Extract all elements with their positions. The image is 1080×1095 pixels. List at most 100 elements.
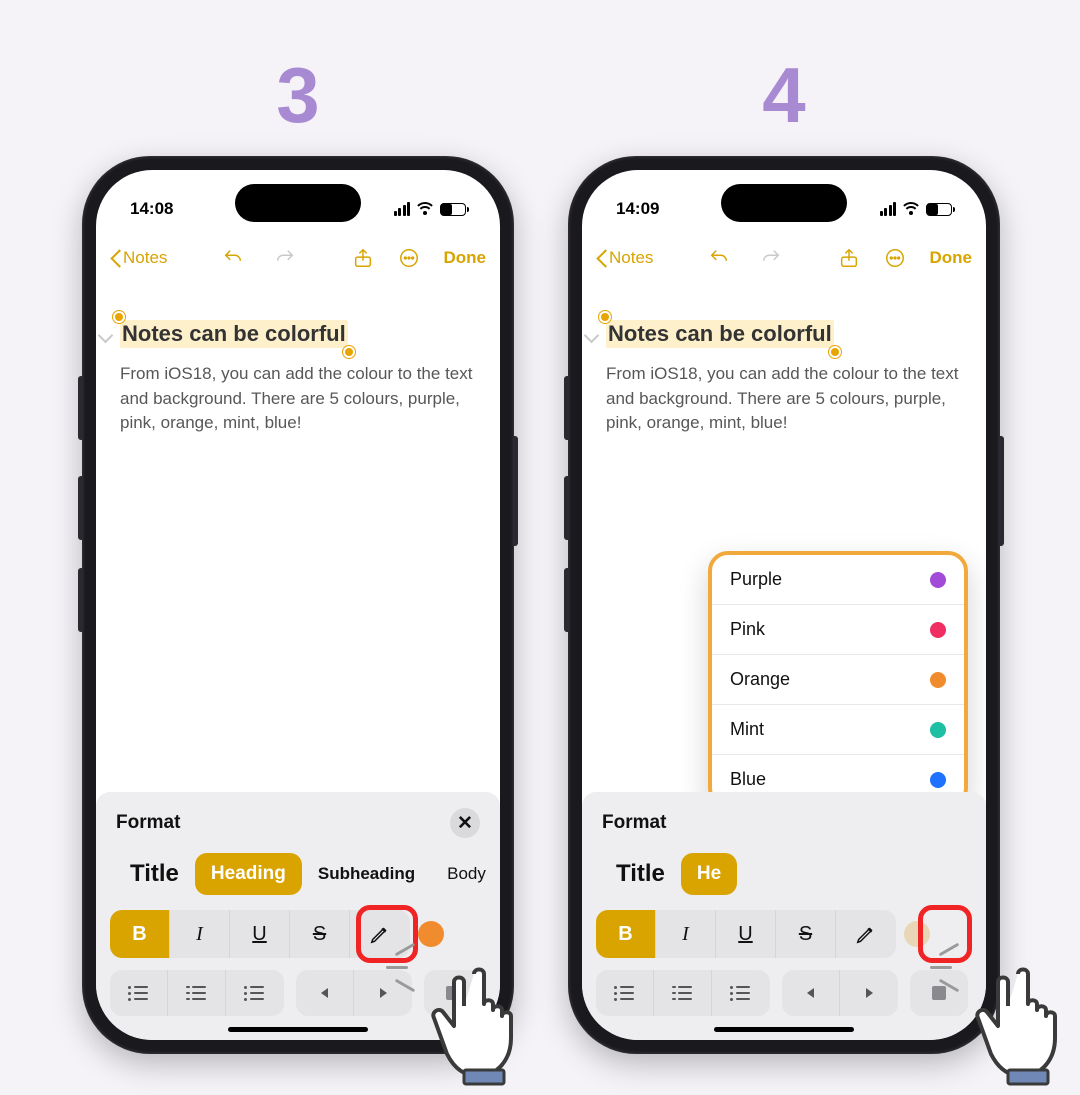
collapse-icon[interactable] [98, 328, 114, 344]
home-indicator[interactable] [714, 1027, 854, 1032]
italic-button[interactable]: I [170, 910, 230, 958]
status-time: 14:09 [616, 199, 659, 219]
numbered-list-button[interactable] [712, 970, 770, 1016]
style-subheading[interactable]: Subheading [302, 854, 431, 894]
nav-bar: Notes Done [96, 236, 500, 280]
battery-icon [440, 203, 466, 216]
text-style-row: Title Heading Subheading Body [110, 850, 486, 910]
indent-button[interactable] [354, 970, 412, 1016]
done-button[interactable]: Done [930, 248, 973, 268]
dynamic-island [721, 184, 847, 222]
strike-button[interactable]: S [290, 910, 350, 958]
format-label: Format [116, 812, 180, 834]
status-time: 14:08 [130, 199, 173, 219]
highlight-button[interactable] [836, 910, 896, 958]
selection-handle-end[interactable] [343, 346, 355, 358]
close-format-button[interactable]: ✕ [450, 808, 480, 838]
dashed-list-button[interactable] [654, 970, 712, 1016]
color-label: Purple [730, 569, 782, 590]
highlight-button[interactable] [350, 910, 410, 958]
strike-button[interactable]: S [776, 910, 836, 958]
share-icon[interactable] [838, 247, 860, 269]
underline-button[interactable]: U [716, 910, 776, 958]
color-label: Pink [730, 619, 765, 640]
color-dot-icon [930, 672, 946, 688]
indent-button[interactable] [840, 970, 898, 1016]
format-panel: Format ✕ Title He B I U S [582, 792, 986, 1040]
collapse-icon[interactable] [584, 328, 600, 344]
outdent-button[interactable] [782, 970, 840, 1016]
color-option-orange[interactable]: Orange [712, 655, 964, 705]
style-heading[interactable]: He [681, 853, 737, 895]
note-content[interactable]: Notes can be colorful From iOS18, you ca… [120, 320, 476, 436]
color-swatch[interactable] [904, 921, 930, 947]
text-style-row: Title He [596, 850, 972, 910]
more-icon[interactable] [398, 247, 420, 269]
bulleted-list-button[interactable] [596, 970, 654, 1016]
back-label: Notes [609, 248, 653, 268]
more-icon[interactable] [884, 247, 906, 269]
list-controls [596, 970, 972, 1016]
phone-right: 14:09 Notes Done [568, 156, 1000, 1054]
chevron-left-icon [110, 249, 121, 267]
style-heading[interactable]: Heading [195, 853, 302, 895]
done-button[interactable]: Done [444, 248, 487, 268]
selected-title[interactable]: Notes can be colorful [120, 320, 348, 348]
phone-left: 14:08 Notes Done [82, 156, 514, 1054]
block-quote-button[interactable] [424, 970, 482, 1016]
note-title: Notes can be colorful [120, 320, 348, 348]
style-title[interactable]: Title [114, 850, 195, 898]
undo-icon[interactable] [222, 247, 244, 269]
block-quote-button[interactable] [910, 970, 968, 1016]
selected-title[interactable]: Notes can be colorful [606, 320, 834, 348]
wifi-icon [416, 202, 434, 216]
style-body[interactable]: Body [431, 854, 486, 894]
step-label-4: 4 [568, 50, 1000, 141]
color-menu-popup: Purple Pink Orange Mint Blue [708, 551, 968, 808]
back-button[interactable]: Notes [596, 248, 653, 268]
color-option-purple[interactable]: Purple [712, 555, 964, 605]
numbered-list-button[interactable] [226, 970, 284, 1016]
format-panel: Format ✕ Title Heading Subheading Body B… [96, 792, 500, 1040]
home-indicator[interactable] [228, 1027, 368, 1032]
color-label: Orange [730, 669, 790, 690]
share-icon[interactable] [352, 247, 374, 269]
list-controls [110, 970, 486, 1016]
style-title[interactable]: Title [600, 850, 681, 898]
note-content[interactable]: Notes can be colorful From iOS18, you ca… [606, 320, 962, 436]
color-option-mint[interactable]: Mint [712, 705, 964, 755]
dashed-list-button[interactable] [168, 970, 226, 1016]
cellular-icon [394, 202, 411, 216]
bius-segment: B I U S [110, 910, 410, 958]
italic-button[interactable]: I [656, 910, 716, 958]
chevron-left-icon [596, 249, 607, 267]
format-label: Format [602, 812, 666, 834]
back-button[interactable]: Notes [110, 248, 167, 268]
color-label: Blue [730, 769, 766, 790]
bulleted-list-button[interactable] [110, 970, 168, 1016]
nav-bar: Notes Done [582, 236, 986, 280]
undo-icon[interactable] [708, 247, 730, 269]
outdent-button[interactable] [296, 970, 354, 1016]
bold-button[interactable]: B [596, 910, 656, 958]
wifi-icon [902, 202, 920, 216]
color-dot-icon [930, 722, 946, 738]
bold-button[interactable]: B [110, 910, 170, 958]
color-dot-icon [930, 572, 946, 588]
color-dot-icon [930, 772, 946, 788]
bius-segment: B I U S [596, 910, 896, 958]
cellular-icon [880, 202, 897, 216]
underline-button[interactable]: U [230, 910, 290, 958]
dynamic-island [235, 184, 361, 222]
color-label: Mint [730, 719, 764, 740]
color-swatch[interactable] [418, 921, 444, 947]
back-label: Notes [123, 248, 167, 268]
selection-handle-start[interactable] [113, 311, 125, 323]
step-label-3: 3 [82, 50, 514, 141]
selection-handle-start[interactable] [599, 311, 611, 323]
selection-handle-end[interactable] [829, 346, 841, 358]
color-dot-icon [930, 622, 946, 638]
note-title: Notes can be colorful [606, 320, 834, 348]
color-option-pink[interactable]: Pink [712, 605, 964, 655]
note-body: From iOS18, you can add the colour to th… [606, 362, 962, 436]
